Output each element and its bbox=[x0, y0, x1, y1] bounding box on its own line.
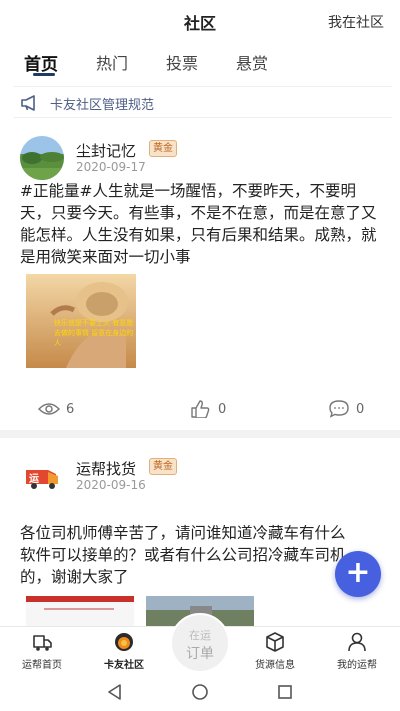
like-count: 0 bbox=[218, 401, 227, 417]
community-icon bbox=[115, 633, 133, 651]
recents-icon[interactable] bbox=[277, 684, 293, 700]
post-image[interactable]: 快乐就是不要上火 有意愿去做的事情 留意在身边的人 bbox=[26, 274, 136, 368]
post-date: 2020-09-16 bbox=[76, 478, 146, 492]
nav-yunbang-home[interactable]: 运帮首页 bbox=[7, 631, 77, 671]
post-content[interactable]: #正能量#人生就是一场醒悟，不要昨天，不要明天，只要今天。有些事，不是不在意，而… bbox=[20, 180, 382, 268]
post-divider bbox=[0, 430, 400, 438]
nav-label: 运帮首页 bbox=[22, 660, 62, 671]
post-card[interactable]: 尘封记忆 黄金 2020-09-17 #正能量#人生就是一场醒悟，不要昨天，不要… bbox=[0, 122, 400, 428]
cube-icon bbox=[266, 632, 284, 652]
plus-icon: + bbox=[345, 555, 371, 590]
user-icon bbox=[348, 632, 366, 652]
post-content[interactable]: 各位司机师傅辛苦了，请问谁知道冷藏车有什么软件可以接单的？或者有什么公司招冷藏车… bbox=[20, 522, 360, 588]
notice-text: 卡友社区管理规范 bbox=[50, 98, 155, 113]
view-count: 6 bbox=[38, 400, 74, 418]
back-icon[interactable] bbox=[106, 683, 124, 701]
home-truck-icon bbox=[33, 635, 52, 651]
nav-label: 卡友社区 bbox=[104, 660, 144, 671]
community-rules-notice[interactable]: 卡友社区管理规范 bbox=[14, 86, 392, 118]
in-transit-orders-button[interactable]: 在运 订单 bbox=[170, 613, 230, 673]
new-post-button[interactable]: + bbox=[335, 551, 381, 597]
nav-label: 我的运帮 bbox=[337, 660, 377, 671]
nav-label: 货源信息 bbox=[255, 660, 295, 671]
home-icon[interactable] bbox=[191, 683, 209, 701]
avatar[interactable] bbox=[20, 136, 64, 180]
megaphone-icon bbox=[21, 95, 35, 111]
level-badge: 黄金 bbox=[149, 458, 177, 475]
nav-cargo-info[interactable]: 货源信息 bbox=[240, 631, 310, 671]
center-btn-line1: 在运 bbox=[189, 629, 211, 642]
post-card[interactable]: 运 运帮找货 黄金 2020-09-16 各位司机师傅辛苦了，请问谁知道冷藏车有… bbox=[0, 438, 400, 626]
post-image[interactable] bbox=[26, 596, 134, 626]
eye-icon bbox=[38, 403, 60, 415]
center-btn-line2: 订单 bbox=[186, 646, 214, 662]
comment-icon bbox=[329, 400, 349, 418]
nav-my-yunbang[interactable]: 我的运帮 bbox=[322, 631, 392, 671]
like-button[interactable]: 0 bbox=[190, 400, 226, 418]
level-badge: 黄金 bbox=[149, 140, 177, 157]
avatar[interactable]: 运 bbox=[20, 454, 64, 498]
post-date: 2020-09-17 bbox=[76, 160, 146, 174]
author-name[interactable]: 尘封记忆 bbox=[76, 140, 136, 161]
comment-count: 0 bbox=[356, 401, 365, 417]
bottom-nav: 运帮首页 卡友社区 在运 订单 货源信息 我的运帮 bbox=[0, 613, 400, 674]
image-overlay-text: 快乐就是不要上火 有意愿去做的事情 留意在身边的人 bbox=[54, 319, 134, 347]
tab-hot[interactable]: 热门 bbox=[96, 50, 128, 74]
active-tab-indicator bbox=[33, 73, 55, 76]
system-nav-bar bbox=[0, 674, 400, 711]
tab-home[interactable]: 首页 bbox=[24, 50, 58, 75]
thumbs-up-icon bbox=[191, 400, 210, 418]
tab-bar: 首页 热门 投票 悬赏 bbox=[0, 46, 400, 78]
tab-bounty[interactable]: 悬赏 bbox=[236, 50, 268, 74]
author-name[interactable]: 运帮找货 bbox=[76, 458, 136, 479]
top-bar: 社区 我在社区 bbox=[0, 0, 400, 44]
my-community-link[interactable]: 我在社区 bbox=[328, 12, 384, 32]
tab-vote[interactable]: 投票 bbox=[166, 50, 198, 74]
nav-community[interactable]: 卡友社区 bbox=[89, 631, 159, 671]
view-count-value: 6 bbox=[66, 401, 75, 417]
comment-button[interactable]: 0 bbox=[328, 400, 364, 418]
